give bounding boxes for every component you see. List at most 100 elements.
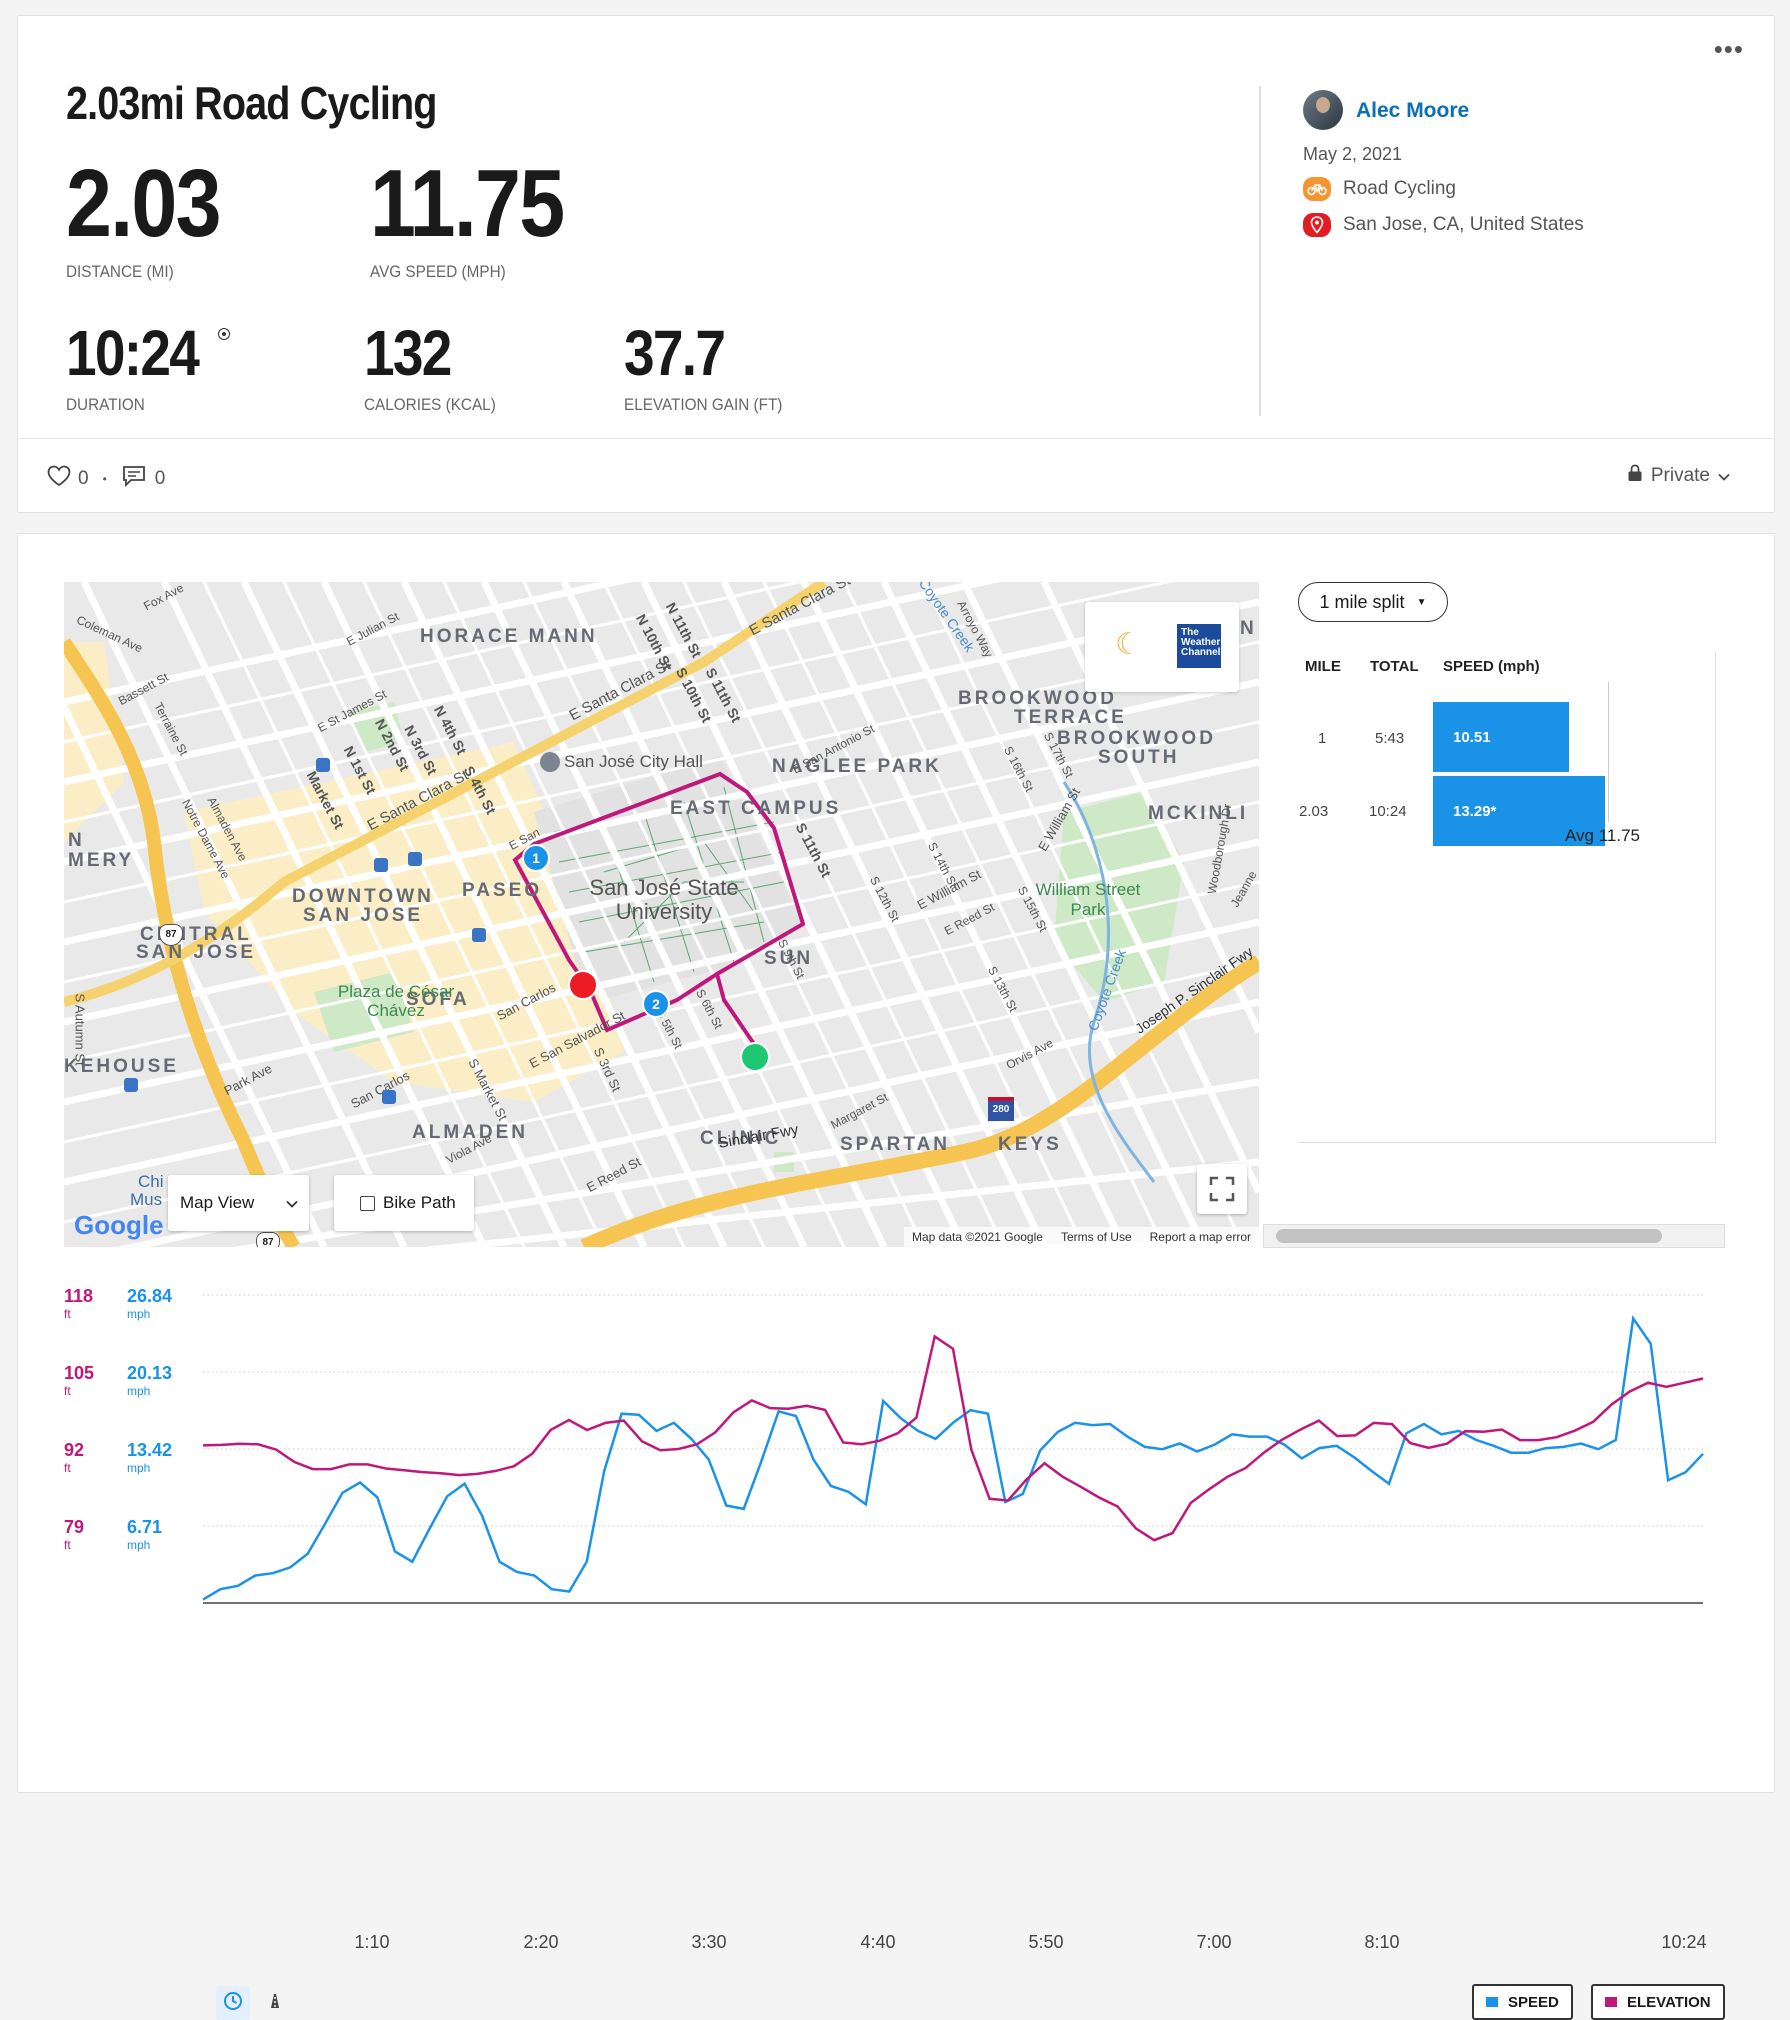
horizontal-scrollbar[interactable] <box>1263 1224 1725 1248</box>
activity-detail-card: HORACE MANN BROOKWOOD TERRACE BROOKWOOD … <box>17 533 1775 2020</box>
avg-speed-value: 11.75 <box>370 150 565 257</box>
map-data-text: Map data ©2021 Google <box>912 1230 1043 1244</box>
elevation-stat: 37.7 ELEVATION GAIN (FT) <box>624 321 800 415</box>
map-street-label: S Autumn St <box>72 993 88 1066</box>
avg-speed-label: Avg 11.75 <box>1565 826 1640 845</box>
map-view-select[interactable]: Map View <box>168 1175 309 1231</box>
clock-icon <box>223 1991 243 2016</box>
road-icon <box>267 1993 283 2014</box>
park-label: William Street Park <box>1035 880 1141 919</box>
bike-path-checkbox[interactable] <box>360 1195 375 1211</box>
fullscreen-button[interactable] <box>1197 1164 1247 1214</box>
bike-path-toggle[interactable]: Bike Path <box>334 1175 474 1231</box>
activity-date: May 2, 2021 <box>1303 144 1403 164</box>
weather-widget[interactable]: ☾ The Weather Channel <box>1085 602 1239 692</box>
activity-type-label: Road Cycling <box>1343 178 1456 199</box>
start-marker[interactable] <box>740 1042 770 1072</box>
university-label: San José State University <box>589 875 739 924</box>
time-axis-button[interactable] <box>216 1986 250 2020</box>
map-area-label: HORACE MANN <box>420 626 598 647</box>
map-area-label: SAN JOSE <box>303 905 424 926</box>
elevation-legend-toggle[interactable]: ELEVATION <box>1591 1984 1725 2020</box>
map-poi-label: Chi <box>138 1172 164 1191</box>
elevation-legend-label: ELEVATION <box>1627 1993 1711 2011</box>
location-label: San Jose, CA, United States <box>1343 214 1584 235</box>
avg-speed-label: AVG SPEED (MPH) <box>370 262 506 281</box>
comments-count: 0 <box>154 468 166 489</box>
calories-stat: 132 CALORIES (KCAL) <box>364 321 510 415</box>
plaza-label: Plaza de César Chávez <box>337 982 455 1020</box>
more-options-icon[interactable]: ••• <box>1714 34 1744 65</box>
x-tick-label: 10:24 <box>1661 1932 1707 1952</box>
transit-icon <box>374 858 388 872</box>
elevation-label: ELEVATION GAIN (FT) <box>624 395 783 414</box>
mile-marker[interactable]: 2 <box>642 990 670 1018</box>
chevron-down-icon <box>286 1193 298 1213</box>
transit-icon <box>124 1078 138 1092</box>
speed-series-line <box>202 1315 1704 1601</box>
landmark-icon <box>540 752 560 772</box>
split-selector-label: 1 mile split <box>1319 591 1405 612</box>
split-total: 5:43 <box>1375 730 1405 747</box>
transit-icon <box>382 1090 396 1104</box>
google-logo: Google <box>74 1210 164 1240</box>
split-header-mile: MILE <box>1305 658 1341 675</box>
x-tick-label: 1:10 <box>354 1932 390 1952</box>
speed-legend-toggle[interactable]: SPEED <box>1472 1984 1573 2020</box>
transit-icon <box>472 928 486 942</box>
comment-icon[interactable] <box>121 464 147 494</box>
distance-label: DISTANCE (MI) <box>66 262 174 281</box>
separator-dot: • <box>102 472 107 486</box>
x-tick-label: 7:00 <box>1196 1932 1232 1952</box>
city-hall-poi: San José City Hall <box>540 752 703 772</box>
distance-axis-button[interactable] <box>258 1986 292 2020</box>
map-area-label: N <box>68 830 85 851</box>
elevation-swatch <box>1605 1997 1617 2007</box>
highway-shield: 87 <box>256 1232 280 1247</box>
duration-label: DURATION <box>66 395 145 414</box>
vertical-divider <box>1259 86 1261 416</box>
heart-icon[interactable] <box>46 464 72 494</box>
distance-value: 2.03 <box>66 150 222 257</box>
terms-link[interactable]: Terms of Use <box>1061 1230 1132 1244</box>
split-header-total: TOTAL <box>1370 658 1419 675</box>
duration-info-icon[interactable] <box>218 328 230 340</box>
user-name-link[interactable]: Alec Moore <box>1356 99 1469 123</box>
distance-stat: 2.03 DISTANCE (MI) <box>66 156 245 282</box>
x-tick-label: 5:50 <box>1028 1932 1064 1952</box>
likes-count: 0 <box>78 468 89 489</box>
bicycle-icon <box>1303 177 1331 201</box>
report-error-link[interactable]: Report a map error <box>1150 1230 1251 1244</box>
map-area-label: KEYS <box>998 1134 1062 1155</box>
activity-summary-card: 2.03mi Road Cycling ••• 2.03 DISTANCE (M… <box>17 15 1775 513</box>
highway-shield: 280 <box>988 1097 1014 1121</box>
bike-path-label: Bike Path <box>383 1193 456 1212</box>
route-map[interactable]: HORACE MANN BROOKWOOD TERRACE BROOKWOOD … <box>64 582 1259 1247</box>
calories-value: 132 <box>364 317 452 389</box>
speed-elevation-chart[interactable] <box>18 1274 1718 1654</box>
elevation-value: 37.7 <box>624 317 726 389</box>
map-area-label: EAST CAMPUS <box>670 798 842 819</box>
location-row: San Jose, CA, United States <box>1303 213 1584 237</box>
map-attribution: Map data ©2021 Google Terms of Use Repor… <box>904 1227 1259 1247</box>
transit-icon <box>408 852 422 866</box>
fullscreen-icon <box>1209 1176 1235 1207</box>
moon-icon: ☾ <box>1115 628 1142 661</box>
speed-legend-label: SPEED <box>1508 1993 1559 2011</box>
x-tick-label: 8:10 <box>1364 1932 1400 1952</box>
x-tick-label: 3:30 <box>691 1932 727 1952</box>
finish-marker[interactable] <box>568 970 598 1000</box>
split-header-speed: SPEED (mph) <box>1443 658 1540 675</box>
avatar[interactable] <box>1303 90 1343 130</box>
map-area-label: SAN JOSE <box>136 942 257 963</box>
transit-icon <box>316 758 330 772</box>
split-selector[interactable]: 1 mile split ▼ <box>1298 582 1448 622</box>
mile-marker[interactable]: 1 <box>522 844 550 872</box>
split-mile: 1 <box>1318 730 1327 747</box>
map-view-label: Map View <box>180 1193 255 1212</box>
privacy-label: Private <box>1650 465 1710 486</box>
privacy-dropdown[interactable]: Private <box>1627 464 1730 488</box>
calories-label: CALORIES (KCAL) <box>364 395 496 414</box>
scrollbar-thumb[interactable] <box>1276 1229 1662 1243</box>
location-pin-icon <box>1303 213 1331 237</box>
